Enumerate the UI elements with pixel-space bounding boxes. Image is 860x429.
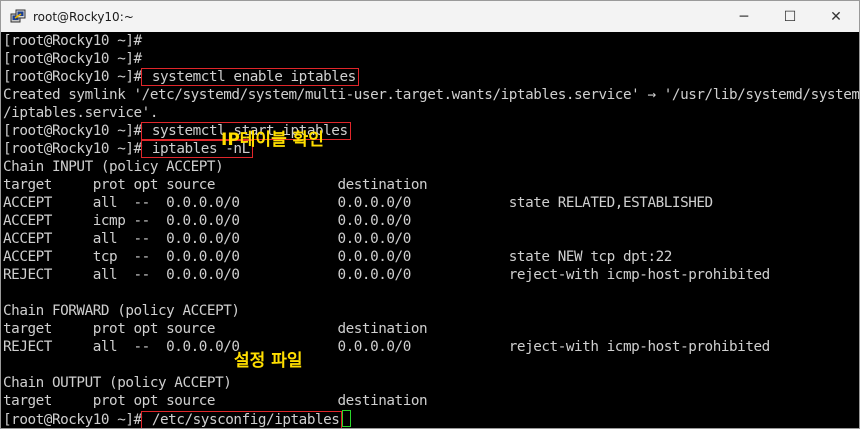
terminal-line: Chain INPUT (policy ACCEPT)	[3, 158, 859, 176]
output-text: ACCEPT icmp -- 0.0.0.0/0 0.0.0.0/0	[3, 213, 411, 229]
output-text: target prot opt source destination	[3, 321, 428, 337]
title-bar[interactable]: root@Rocky10:~ ─ ☐ ✕	[1, 1, 859, 32]
shell-prompt: [root@Rocky10 ~]#	[3, 33, 142, 49]
terminal-line: [root@Rocky10 ~]# iptables -nL	[3, 140, 859, 158]
window-title: root@Rocky10:~	[33, 9, 134, 24]
output-text: Chain INPUT (policy ACCEPT)	[3, 159, 224, 175]
terminal-line: ACCEPT all -- 0.0.0.0/0 0.0.0.0/0	[3, 230, 859, 248]
terminal-line: [root@Rocky10 ~]# systemctl start iptabl…	[3, 122, 859, 140]
maximize-button[interactable]: ☐	[767, 1, 813, 32]
output-text: ACCEPT tcp -- 0.0.0.0/0 0.0.0.0/0 state …	[3, 249, 672, 265]
annotation-config-file: 설정 파일	[234, 351, 303, 371]
minimize-button[interactable]: ─	[721, 1, 767, 32]
terminal-line: target prot opt source destination	[3, 176, 859, 194]
output-text: /iptables.service'.	[3, 105, 158, 121]
shell-prompt: [root@Rocky10 ~]#	[3, 123, 142, 139]
terminal-line: REJECT all -- 0.0.0.0/0 0.0.0.0/0 reject…	[3, 338, 859, 356]
terminal-line: ACCEPT all -- 0.0.0.0/0 0.0.0.0/0 state …	[3, 194, 859, 212]
terminal-line: ACCEPT icmp -- 0.0.0.0/0 0.0.0.0/0	[3, 212, 859, 230]
terminal-line: [root@Rocky10 ~]#	[3, 50, 859, 68]
terminal-line: ACCEPT tcp -- 0.0.0.0/0 0.0.0.0/0 state …	[3, 248, 859, 266]
terminal-line: Created symlink '/etc/systemd/system/mul…	[3, 86, 859, 104]
output-text: REJECT all -- 0.0.0.0/0 0.0.0.0/0 reject…	[3, 339, 770, 355]
shell-prompt: [root@Rocky10 ~]#	[3, 69, 142, 85]
close-button[interactable]: ✕	[813, 1, 859, 32]
putty-app-icon	[10, 9, 26, 25]
output-text: Chain OUTPUT (policy ACCEPT)	[3, 375, 232, 391]
output-text: ACCEPT all -- 0.0.0.0/0 0.0.0.0/0	[3, 231, 411, 247]
terminal-line: target prot opt source destination	[3, 320, 859, 338]
annotation-iptables-check: IP테이블 확인	[221, 130, 324, 150]
terminal-line: /iptables.service'.	[3, 104, 859, 122]
output-text: target prot opt source destination	[3, 177, 428, 193]
output-text: target prot opt source destination	[3, 393, 428, 409]
terminal-line: Chain OUTPUT (policy ACCEPT)	[3, 374, 859, 392]
terminal-line: [root@Rocky10 ~]# /etc/sysconfig/iptable…	[3, 410, 859, 428]
output-text: ACCEPT all -- 0.0.0.0/0 0.0.0.0/0 state …	[3, 195, 713, 211]
terminal-line: [root@Rocky10 ~]# systemctl enable iptab…	[3, 68, 859, 86]
shell-command: /etc/sysconfig/iptables	[140, 411, 343, 428]
terminal-line: [root@Rocky10 ~]#	[3, 32, 859, 50]
output-text: Created symlink '/etc/systemd/system/mul…	[3, 87, 860, 103]
terminal-line: Chain FORWARD (policy ACCEPT)	[3, 302, 859, 320]
terminal-line: REJECT all -- 0.0.0.0/0 0.0.0.0/0 reject…	[3, 266, 859, 284]
terminal-cursor	[342, 410, 352, 427]
shell-prompt: [root@Rocky10 ~]#	[3, 412, 142, 428]
terminal-window: root@Rocky10:~ ─ ☐ ✕ [root@Rocky10 ~]# [r…	[0, 0, 860, 429]
shell-prompt: [root@Rocky10 ~]#	[3, 141, 142, 157]
shell-prompt: [root@Rocky10 ~]#	[3, 51, 142, 67]
terminal-output[interactable]: [root@Rocky10 ~]# [root@Rocky10 ~]# [root@…	[3, 32, 859, 428]
output-text: REJECT all -- 0.0.0.0/0 0.0.0.0/0 reject…	[3, 267, 770, 283]
shell-command: systemctl enable iptables	[140, 68, 359, 86]
output-text: Chain FORWARD (policy ACCEPT)	[3, 303, 240, 319]
terminal-line: target prot opt source destination	[3, 392, 859, 410]
